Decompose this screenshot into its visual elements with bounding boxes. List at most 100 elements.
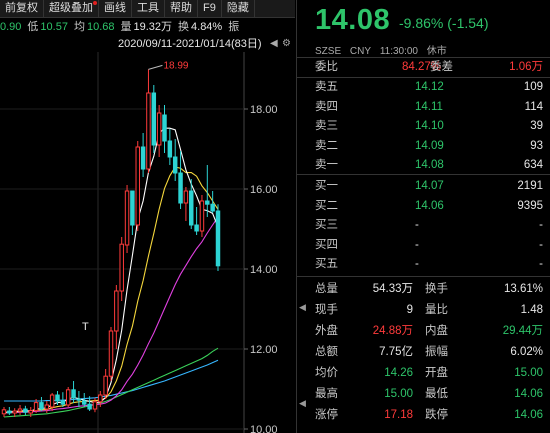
settings-gear-icon[interactable]: ⚙ — [282, 36, 291, 52]
candle-body-up — [114, 290, 119, 332]
candle — [151, 85, 157, 153]
ask-level-label: 卖四 — [315, 100, 338, 113]
peak-price-label: 18.99 — [163, 60, 188, 71]
candle — [114, 285, 119, 349]
divider — [297, 276, 550, 277]
candle-body-down — [189, 190, 194, 226]
bid-row[interactable]: 买五 - - — [297, 255, 550, 274]
weibi-row: 委比 84.27% 委差 1.06万 — [297, 58, 550, 77]
ask-row[interactable]: 卖四 14.11 114 — [297, 98, 550, 117]
candle — [17, 405, 23, 415]
toolbar-tools-button[interactable]: 工具 — [132, 0, 165, 17]
ask-level-label: 卖五 — [315, 81, 338, 93]
stat-value: 15.00 — [514, 367, 543, 379]
y-tick-label: 18.00 — [250, 104, 278, 116]
candle-body-up — [98, 394, 103, 403]
candle-body-down — [205, 200, 210, 205]
kline-panel: 前复权 超级叠加 画线 工具 帮助 F9 隐藏 0.90 低 10.57 均 10.… — [0, 0, 295, 433]
candle — [162, 105, 167, 153]
stat-value: 29.44万 — [502, 325, 543, 337]
peak-annotation: 18.99 — [148, 60, 189, 71]
ask-price: 14.10 — [415, 120, 444, 132]
stat-label: 均价 — [315, 367, 338, 379]
ask-row[interactable]: 卖五 14.12 109 — [297, 78, 550, 97]
bid-row[interactable]: 买一 14.07 2191 — [297, 177, 550, 196]
candle-body-up — [135, 146, 140, 226]
quote-avg-value: 10.68 — [86, 21, 115, 33]
toolbar-adjust-button[interactable]: 前复权 — [0, 0, 44, 17]
bid-volume: 9395 — [517, 199, 543, 212]
candle — [124, 185, 130, 253]
quote-turn-label: 换 — [178, 21, 190, 33]
bid-volume: - — [539, 238, 543, 251]
stat-row: 总量 54.33万 换手 13.61% — [297, 279, 550, 300]
bid-price: 14.06 — [415, 199, 444, 212]
ask-level-label: 卖二 — [315, 139, 338, 152]
stat-row: 现手 9 量比 1.48 — [297, 300, 550, 321]
candle-body-down — [7, 410, 12, 414]
last-price: 14.08 — [315, 4, 391, 36]
toolbar-overlay-label: 超级叠加 — [49, 2, 93, 14]
quote-vol-value: 19.32万 — [133, 21, 173, 33]
candle — [23, 405, 28, 415]
weicha-label: 委差 — [430, 61, 453, 73]
quote-turn-value: 4.84% — [191, 21, 223, 33]
candle-body-down — [76, 398, 82, 401]
expand-left-icon[interactable]: ◀ — [299, 302, 306, 313]
candle-body-down — [60, 400, 66, 405]
ask-price: 14.12 — [415, 81, 444, 93]
peak-leader-line — [148, 64, 163, 70]
candle-body-up — [108, 330, 114, 377]
stat-row: 均价 14.26 开盘 15.00 — [297, 363, 550, 384]
ask-row[interactable]: 卖一 14.08 634 — [297, 156, 550, 175]
candle-body-down — [82, 400, 87, 405]
ask-row[interactable]: 卖二 14.09 93 — [297, 137, 550, 156]
bid-row[interactable]: 买四 - - — [297, 236, 550, 255]
candle — [135, 141, 140, 231]
toolbar-overlay-button[interactable]: 超级叠加 — [44, 0, 99, 17]
bid-row[interactable]: 买三 - - — [297, 216, 550, 235]
quote-amp-label: 振 — [228, 21, 240, 33]
quote-low-value: 10.57 — [40, 21, 68, 33]
stat-label: 总量 — [315, 283, 338, 295]
candle — [108, 327, 114, 381]
bid-price: - — [415, 238, 419, 251]
candle-body-down — [178, 172, 183, 204]
toolbar-f9-button[interactable]: F9 — [198, 0, 222, 17]
toolbar-help-button[interactable]: 帮助 — [165, 0, 198, 17]
stat-row: 外盘 24.88万 内盘 29.44万 — [297, 321, 550, 342]
market-status: 休市 — [426, 46, 447, 57]
candle — [183, 187, 189, 221]
bid-price: - — [415, 219, 419, 231]
ask-volume: 109 — [523, 81, 543, 93]
stat-label: 外盘 — [315, 325, 338, 337]
bid-row[interactable]: 买二 14.06 9395 — [297, 197, 550, 216]
candle-body-up — [92, 401, 98, 410]
toolbar-draw-button[interactable]: 画线 — [99, 0, 132, 17]
quote-open-partial: 0.90 — [0, 21, 22, 33]
candle-body-up — [1, 409, 7, 415]
bid-level-label: 买三 — [315, 219, 338, 231]
ask-row[interactable]: 卖三 14.10 39 — [297, 117, 550, 136]
kline-chart[interactable]: 18.00 16.00 14.00 12.00 10.00 18.99 T — [0, 52, 295, 433]
candle-body-up — [33, 402, 39, 412]
stat-row: 总额 7.75亿 振幅 6.02% — [297, 342, 550, 363]
chart-toolbar: 前复权 超级叠加 画线 工具 帮助 F9 隐藏 — [0, 0, 295, 18]
stat-value: 17.18 — [384, 409, 413, 421]
weicha-value: 1.06万 — [509, 61, 543, 73]
toolbar-hide-button[interactable]: 隐藏 — [222, 0, 255, 17]
expand-left-icon[interactable]: ◀ — [299, 398, 306, 409]
candle-body-up — [103, 375, 108, 396]
candle — [119, 237, 124, 301]
candle — [156, 105, 162, 157]
bid-level-label: 买二 — [315, 199, 338, 212]
y-tick-label: 10.00 — [250, 424, 278, 433]
candle-body-down — [194, 224, 199, 232]
divider — [297, 174, 550, 175]
bid-volume: - — [539, 219, 543, 231]
candle — [167, 129, 173, 165]
collapse-arrow-icon[interactable]: ◀ — [270, 36, 278, 52]
bid-level-label: 买一 — [315, 180, 338, 192]
candle — [215, 204, 221, 271]
stat-label: 涨停 — [315, 409, 338, 421]
